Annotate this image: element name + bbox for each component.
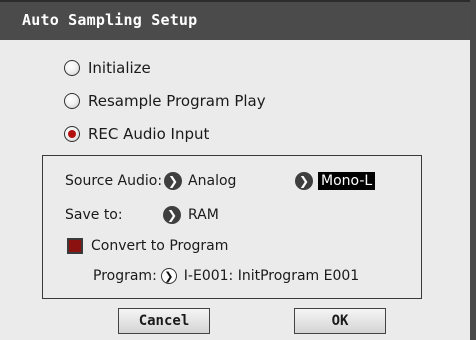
save-to-value[interactable]: RAM — [188, 207, 219, 223]
source-audio-value[interactable]: Analog — [188, 173, 236, 189]
program-row: Program: ❯ I-E001: InitProgram E001 — [93, 265, 359, 287]
channel-value[interactable]: Mono-L — [318, 172, 376, 190]
option-rec-audio-label: REC Audio Input — [88, 125, 210, 143]
source-audio-label: Source Audio: — [65, 173, 163, 189]
auto-sampling-setup-dialog: Auto Sampling Setup Initialize Resample … — [0, 0, 476, 340]
option-initialize[interactable]: Initialize — [64, 57, 151, 79]
radio-initialize[interactable] — [64, 60, 80, 76]
radio-resample-program-play[interactable] — [64, 93, 80, 109]
cancel-button[interactable]: Cancel — [118, 308, 210, 334]
option-initialize-label: Initialize — [88, 59, 151, 77]
channel-row: ❯ Mono-L — [295, 170, 376, 192]
save-to-row: Save to: ❯ RAM — [65, 204, 219, 226]
channel-arrow-icon[interactable]: ❯ — [295, 172, 313, 190]
radio-rec-audio-input[interactable] — [64, 126, 80, 142]
dialog-titlebar: Auto Sampling Setup — [0, 0, 470, 40]
option-resample-label: Resample Program Play — [88, 92, 266, 110]
convert-to-program-checkbox[interactable] — [67, 238, 83, 254]
ok-button[interactable]: OK — [294, 308, 386, 334]
program-arrow-icon[interactable]: ❯ — [160, 268, 177, 284]
dialog-title: Auto Sampling Setup — [22, 11, 198, 29]
program-label: Program: — [93, 268, 157, 284]
option-resample-program-play[interactable]: Resample Program Play — [64, 90, 266, 112]
convert-to-program-row[interactable]: Convert to Program — [67, 235, 228, 257]
program-value[interactable]: I-E001: InitProgram E001 — [184, 268, 359, 284]
source-audio-row: Source Audio: ❯ Analog — [65, 170, 236, 192]
option-rec-audio-input[interactable]: REC Audio Input — [64, 123, 209, 145]
save-to-label: Save to: — [65, 207, 123, 223]
recording-settings-panel: Source Audio: ❯ Analog ❯ Mono-L Save to:… — [42, 155, 422, 299]
source-audio-arrow-icon[interactable]: ❯ — [164, 172, 183, 190]
save-to-arrow-icon[interactable]: ❯ — [163, 206, 181, 224]
convert-to-program-label: Convert to Program — [91, 238, 229, 254]
